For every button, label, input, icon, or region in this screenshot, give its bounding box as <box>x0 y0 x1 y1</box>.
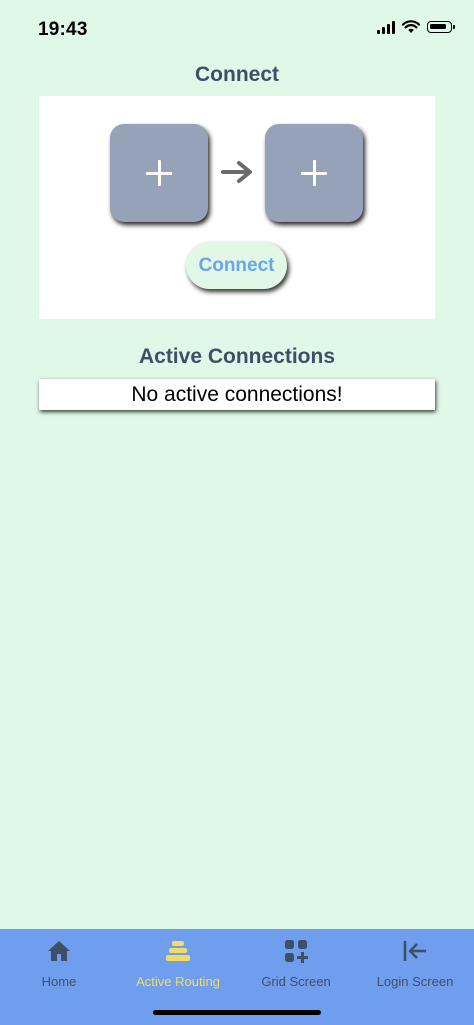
wifi-icon <box>402 20 420 33</box>
tab-home-label: Home <box>41 974 77 989</box>
source-slot-button[interactable] <box>110 124 208 222</box>
connect-button[interactable]: Connect <box>186 242 287 289</box>
active-connections-title: Active Connections <box>138 345 336 368</box>
home-icon <box>48 941 70 961</box>
empty-connections-message: No active connections! <box>39 379 435 410</box>
battery-icon <box>427 21 455 33</box>
status-icons <box>377 20 455 34</box>
connect-panel: Connect <box>39 96 435 319</box>
tab-home[interactable]: Home <box>0 929 118 999</box>
plus-icon <box>301 160 327 186</box>
tab-login-screen-label: Login Screen <box>376 974 454 989</box>
tab-login-screen[interactable]: Login Screen <box>356 929 474 999</box>
login-arrow-icon <box>403 941 426 961</box>
tab-grid-screen[interactable]: Grid Screen <box>237 929 355 999</box>
target-slot-button[interactable] <box>265 124 363 222</box>
home-indicator <box>153 1010 321 1015</box>
status-bar: 19:43 <box>0 0 474 58</box>
layers-icon <box>166 941 190 961</box>
grid-add-icon <box>285 940 308 963</box>
cellular-signal-icon <box>377 20 395 34</box>
plus-icon <box>146 160 172 186</box>
tab-active-routing[interactable]: Active Routing <box>119 929 237 999</box>
tab-grid-screen-label: Grid Screen <box>261 974 331 989</box>
connect-title: Connect <box>195 63 279 86</box>
status-time: 19:43 <box>38 19 88 40</box>
arrow-right-icon <box>221 161 252 183</box>
tab-active-routing-label: Active Routing <box>136 974 220 989</box>
